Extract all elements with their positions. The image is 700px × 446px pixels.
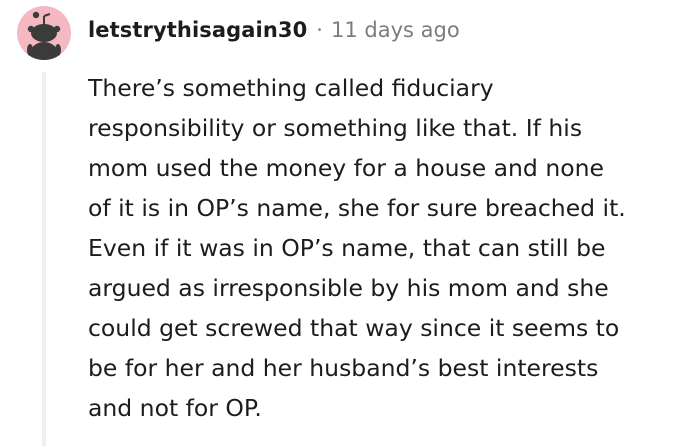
comment-text-line: mom used the money for a house and none bbox=[88, 154, 604, 182]
reddit-snoo-avatar-icon bbox=[27, 11, 61, 60]
meta-separator: · bbox=[316, 18, 323, 42]
comment-text-line: and not for OP. bbox=[88, 394, 262, 422]
comment-text-line: could get screwed that way since it seem… bbox=[88, 314, 620, 342]
comment-text-line: responsibility or something like that. I… bbox=[88, 114, 583, 142]
comment-text-line: of it is in OP’s name, she for sure brea… bbox=[88, 194, 626, 222]
comment-meta: letstrythisagain30 · 11 days ago bbox=[88, 13, 460, 47]
author-username[interactable]: letstrythisagain30 bbox=[88, 18, 307, 42]
comment-text-line: There’s something called fiduciary bbox=[88, 74, 494, 102]
thread-collapse-line[interactable] bbox=[42, 72, 46, 446]
comment-text-line: Even if it was in OP’s name, that can st… bbox=[88, 234, 606, 262]
comment-timestamp[interactable]: 11 days ago bbox=[331, 18, 460, 42]
comment-body: There’s something called fiduciary respo… bbox=[88, 68, 694, 428]
comment: letstrythisagain30 · 11 days ago There’s… bbox=[0, 0, 700, 446]
comment-text-line: argued as irresponsible by his mom and s… bbox=[88, 274, 609, 302]
user-avatar[interactable] bbox=[17, 6, 71, 60]
comment-text-line: be for her and her husband’s best intere… bbox=[88, 354, 599, 382]
